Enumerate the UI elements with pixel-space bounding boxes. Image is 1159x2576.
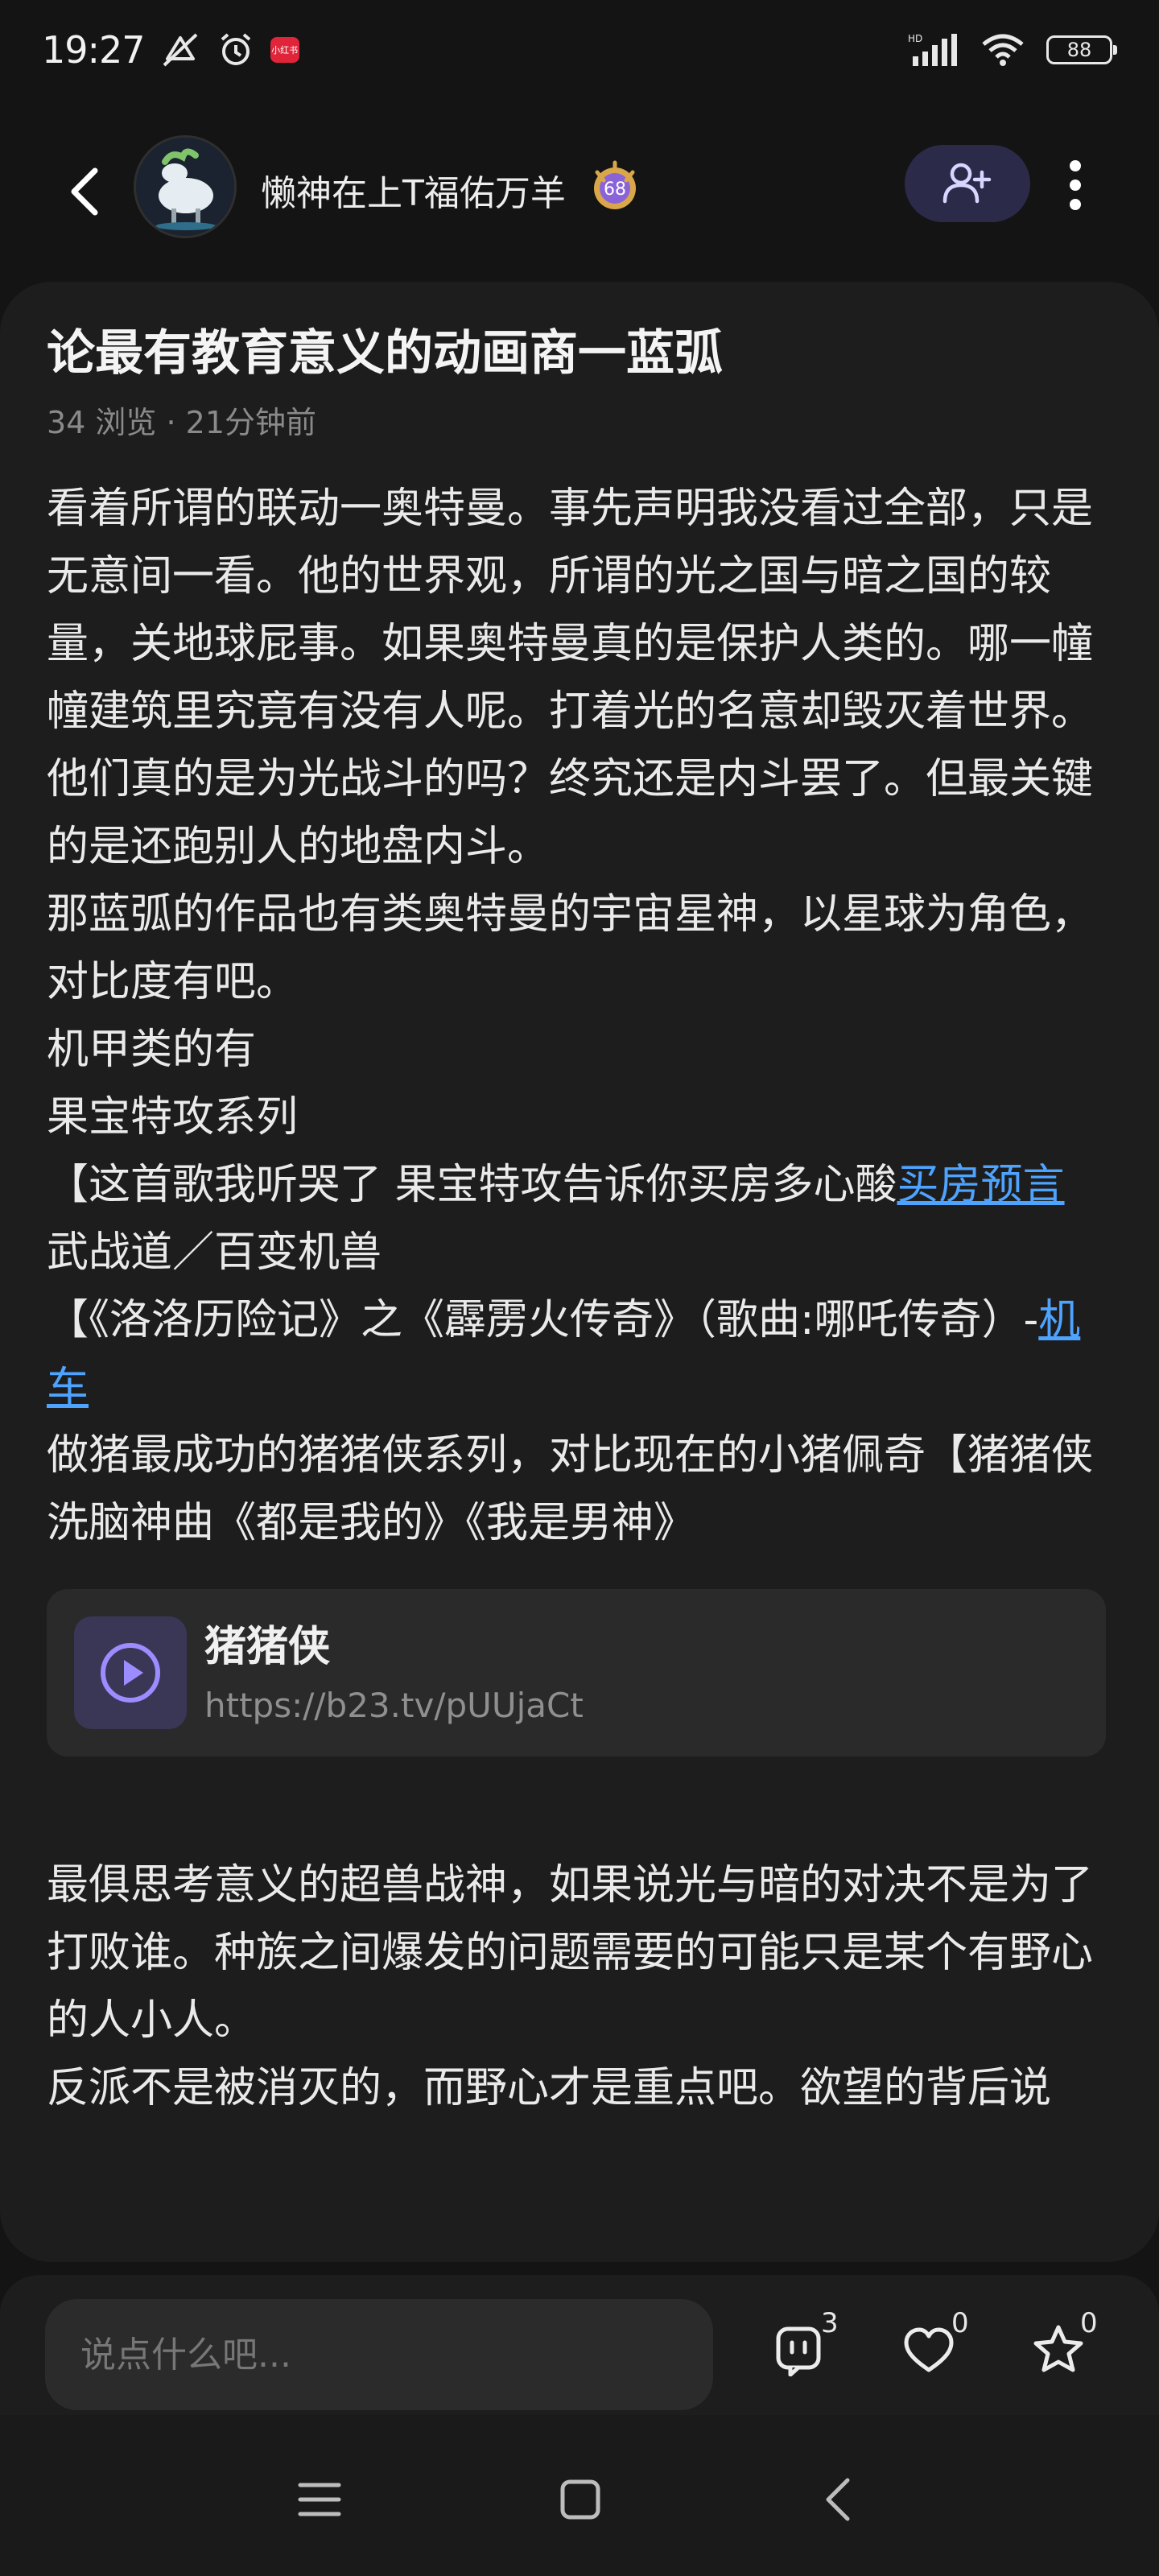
alarm-icon [221, 33, 250, 65]
comment-count: 3 [821, 2307, 839, 2339]
mute-icon [163, 33, 197, 67]
post-paragraph: 机甲类的有 [47, 1026, 257, 1074]
back-button[interactable] [50, 158, 118, 225]
bottom-action-bar: 3 0 0 [0, 2275, 1159, 2415]
notification-app-icon: 小红书 [270, 37, 299, 63]
link-card-title: 猪猪侠 [204, 1623, 331, 1671]
like-count: 0 [951, 2307, 969, 2339]
paragraph-text: 【这首歌我听哭了 果宝特攻告诉你买房多心酸 [47, 1161, 897, 1209]
status-left-icons: 小红书 [159, 31, 299, 68]
comment-button[interactable]: 3 [769, 2307, 858, 2391]
post-paragraph: 反派不是被消灭的，而野心才是重点吧。欲望的背后说 [47, 2064, 1052, 2112]
post-paragraph: 【这首歌我听哭了 果宝特攻告诉你买房多心酸买房预言 [47, 1151, 1109, 1219]
battery-icon: 88 [1046, 35, 1117, 64]
status-bar: 19:27 小红书 HD 88 [0, 0, 1159, 100]
star-count: 0 [1080, 2307, 1098, 2339]
paragraph-text: 【《洛洛历险记》之《霹雳火传奇》（歌曲:哪吒传奇）- [47, 1296, 1039, 1344]
nav-back-button[interactable] [802, 2463, 874, 2536]
post-paragraph: 最俱思考意义的超兽战神，如果说光与暗的对决不是为了打败谁。种族之间爆发的问题需要… [47, 1861, 1094, 2045]
post-paragraph: 看着所谓的联动一奥特曼。事先声明我没看过全部，只是无意间一看。他的世界观，所谓的… [47, 485, 1094, 871]
post-paragraph: 做猪最成功的猪猪侠系列，对比现在的小猪佩奇【猪猪侠洗脑神曲《都是我的》《我是男神… [47, 1431, 1094, 1547]
chevron-left-icon [71, 167, 98, 216]
level-number: 68 [604, 180, 626, 200]
post-paragraph: 【《洛洛历险记》之《霹雳火传奇》（歌曲:哪吒传奇）-机车 [47, 1286, 1109, 1422]
svg-text:HD: HD [908, 33, 922, 44]
post-paragraph: 果宝特攻系列 [47, 1093, 299, 1141]
system-nav-bar [0, 2415, 1159, 2576]
username[interactable]: 懒神在上T福佑万羊 [261, 164, 566, 216]
add-user-icon [942, 163, 992, 204]
status-right: HD 88 [908, 32, 1117, 68]
signal-icon: HD [908, 33, 957, 66]
app-root: 19:27 小红书 HD 88 懒神在上T福佑万羊 68 论最有教育意义的动画商… [0, 0, 1159, 2576]
more-button[interactable] [1043, 145, 1107, 225]
video-link-card[interactable]: 猪猪侠 https://b23.tv/pUUjaCt [47, 1589, 1106, 1757]
star-icon [1033, 2325, 1083, 2372]
menu-icon [298, 2483, 341, 2516]
home-square-icon [560, 2479, 600, 2520]
status-time: 19:27 [42, 28, 146, 72]
post-title: 论最有教育意义的动画商一蓝弧 [47, 325, 723, 382]
battery-level: 88 [1066, 39, 1092, 61]
post-meta: 34 浏览 · 21分钟前 [47, 405, 317, 440]
comment-input[interactable] [45, 2299, 713, 2410]
level-badge-icon: 68 [594, 160, 636, 209]
favorite-button[interactable]: 0 [1029, 2307, 1117, 2391]
post-body: 看着所谓的联动一奥特曼。事先声明我没看过全部，只是无意间一看。他的世界观，所谓的… [47, 475, 1109, 2122]
heart-icon [904, 2327, 954, 2372]
comment-icon [776, 2326, 821, 2376]
avatar-image [136, 138, 234, 236]
post-header: 懒神在上T福佑万羊 68 [0, 129, 1159, 242]
link-card-url: https://b23.tv/pUUjaCt [204, 1686, 584, 1725]
play-icon [101, 1643, 160, 1703]
post-paragraph: 那蓝弧的作品也有类奥特曼的宇宙星神，以星球为角色，对比度有吧。 [47, 890, 1094, 1006]
buy-house-prophecy-link[interactable]: 买房预言 [897, 1161, 1065, 1209]
avatar[interactable] [134, 135, 237, 238]
nav-menu-button[interactable] [283, 2463, 356, 2536]
nav-home-button[interactable] [544, 2463, 617, 2536]
video-thumbnail [74, 1616, 187, 1729]
like-button[interactable]: 0 [900, 2307, 988, 2391]
notification-app-label: 小红书 [271, 45, 299, 56]
back-triangle-icon [826, 2478, 850, 2521]
wifi-icon [982, 34, 1024, 66]
more-vertical-icon [1070, 160, 1081, 210]
post-paragraph: 武战道／百变机兽 [47, 1228, 382, 1277]
follow-button[interactable] [905, 145, 1030, 222]
post-card: 论最有教育意义的动画商一蓝弧 34 浏览 · 21分钟前 看着所谓的联动一奥特曼… [0, 282, 1159, 2262]
